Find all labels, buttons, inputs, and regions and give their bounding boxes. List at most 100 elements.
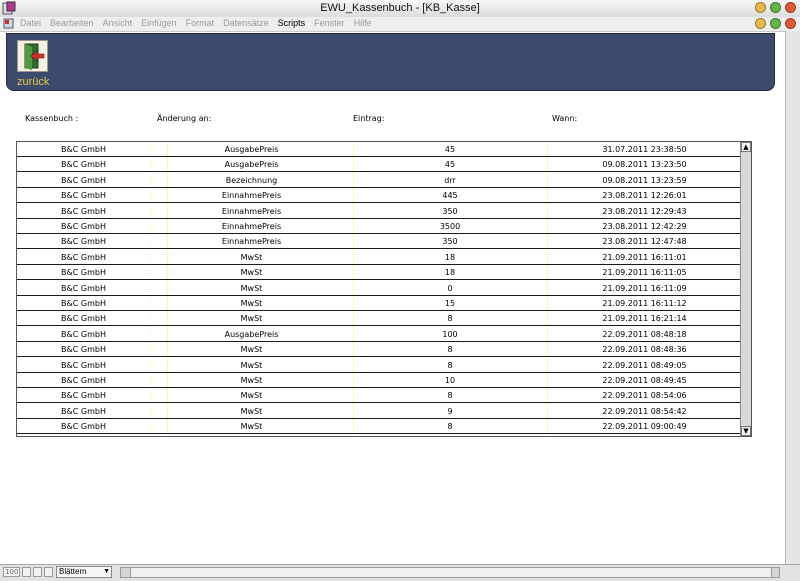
cell-aenderung: EinnahmePreis [221, 206, 282, 216]
horizontal-scroll-thumb[interactable] [130, 568, 772, 577]
cell-aenderung: Bezeichnung [225, 175, 278, 185]
table-row[interactable]: B&C GmbH MwSt 8 21.09.2011 16:21:14 [17, 311, 742, 327]
cell-wann: 23.08.2011 12:42:29 [602, 222, 687, 231]
menu-item-scripts[interactable]: Scripts [278, 18, 306, 28]
menu-item-format[interactable]: Format [186, 18, 215, 28]
cell-eintrag: 8 [447, 360, 453, 370]
menu-item-fenster[interactable]: Fenster [314, 18, 345, 28]
column-separator [353, 280, 354, 295]
table-row[interactable]: B&C GmbH EinnahmePreis 350 23.08.2011 12:29… [17, 203, 742, 219]
cell-aenderung: AusgabePreis [224, 145, 279, 154]
cell-eintrag: 18 [444, 252, 456, 262]
cell-aenderung: MwSt [240, 360, 263, 370]
table-row[interactable]: B&C GmbH MwSt 15 21.09.2011 16:11:12 [17, 296, 742, 311]
column-separator [167, 342, 168, 357]
scroll-down-arrow-icon[interactable]: ▼ [741, 426, 751, 436]
table-row[interactable]: B&C GmbH AusgabePreis 45 31.07.2011 23:38:5… [17, 142, 742, 157]
column-separator [353, 403, 354, 418]
cell-wann: 21.09.2011 16:11:05 [602, 268, 687, 278]
zoom-out-button[interactable] [22, 567, 31, 577]
cell-kassenbuch: B&C GmbH [17, 345, 151, 355]
horizontal-scrollbar[interactable] [120, 567, 780, 578]
table-row[interactable]: B&C GmbH Bezeichnung drr 09.08.2011 13:23:5… [17, 172, 742, 188]
cell-kassenbuch: B&C GmbH [17, 283, 151, 293]
table-row[interactable]: B&C GmbH EinnahmePreis 445 23.08.2011 12:26… [17, 188, 742, 204]
window-minimize-button[interactable] [755, 2, 766, 13]
table-row[interactable]: B&C GmbH MwSt 0 21.09.2011 16:11:09 [17, 280, 742, 296]
cell-kassenbuch: B&C GmbH [17, 376, 151, 385]
cell-kassenbuch: B&C GmbH [17, 299, 151, 308]
column-separator [547, 357, 548, 372]
table-row[interactable]: B&C GmbH AusgabePreis 100 22.09.2011 08:48:… [17, 326, 742, 342]
column-separator [353, 373, 354, 387]
column-separator [353, 388, 354, 403]
menu-item-hilfe[interactable]: Hilfe [354, 18, 372, 28]
table-row[interactable]: B&C GmbH MwSt 8 22.09.2011 08:54:06 [17, 388, 742, 404]
cell-eintrag: 350 [442, 237, 458, 247]
menu-item-einfuegen[interactable]: Einfügen [141, 18, 177, 28]
window-maximize-button[interactable] [770, 2, 781, 13]
table-row[interactable]: B&C GmbH EinnahmePreis 350 23.08.2011 12:47… [17, 234, 742, 250]
cell-wann: 09.08.2011 13:23:50 [602, 160, 687, 170]
cell-aenderung: MwSt [240, 283, 263, 293]
column-separator [167, 249, 168, 264]
column-separator [547, 157, 548, 172]
table-row[interactable]: B&C GmbH MwSt 18 21.09.2011 16:11:05 [17, 265, 742, 281]
cell-eintrag: 100 [442, 329, 458, 339]
table-row[interactable]: B&C GmbH MwSt 18 21.09.2011 16:11:01 [17, 249, 742, 265]
table-row[interactable]: B&C GmbH MwSt 9 22.09.2011 08:54:42 [17, 403, 742, 419]
menu-item-datensaetze[interactable]: Datensätze [223, 18, 269, 28]
cell-kassenbuch: B&C GmbH [17, 329, 151, 339]
document-minimize-button[interactable] [755, 18, 766, 29]
cell-wann: 22.09.2011 08:54:06 [602, 391, 687, 401]
scroll-up-arrow-icon[interactable]: ▲ [741, 142, 751, 152]
entries-list: B&C GmbH AusgabePreis 45 31.07.2011 23:38:5… [16, 141, 752, 437]
zoom-in-button[interactable] [33, 567, 42, 577]
menu-item-bearbeiten[interactable]: Bearbeiten [50, 18, 94, 28]
cell-eintrag: 45 [444, 145, 456, 154]
cell-eintrag: 18 [444, 268, 456, 278]
table-row[interactable]: B&C GmbH MwSt 8 22.09.2011 08:49:05 [17, 357, 742, 373]
column-separator [167, 203, 168, 218]
menu-item-ansicht[interactable]: Ansicht [103, 18, 133, 28]
cell-wann: 31.07.2011 23:38:50 [602, 145, 687, 154]
back-button[interactable]: zurück [17, 76, 49, 88]
table-row[interactable]: B&C GmbH MwSt 10 22.09.2011 08:49:45 [17, 373, 742, 388]
cell-aenderung: MwSt [240, 345, 263, 355]
column-separator [547, 342, 548, 357]
cell-wann: 22.09.2011 08:49:05 [602, 360, 687, 370]
cell-kassenbuch: B&C GmbH [17, 222, 151, 231]
cell-wann: 22.09.2011 08:48:18 [602, 329, 687, 339]
document-close-button[interactable] [785, 18, 796, 29]
cell-aenderung: AusgabePreis [224, 329, 279, 339]
column-separator [167, 311, 168, 326]
cell-wann: 21.09.2011 16:11:12 [602, 299, 687, 308]
table-row[interactable]: B&C GmbH MwSt 8 22.09.2011 09:00:49 [17, 419, 742, 435]
window-title: EWU_Kassenbuch - [KB_Kasse] [320, 2, 480, 14]
cell-aenderung: MwSt [240, 406, 263, 416]
table-row[interactable]: B&C GmbH EinnahmePreis 3500 23.08.2011 12:4… [17, 219, 742, 234]
window-titlebar: EWU_Kassenbuch - [KB_Kasse] [0, 0, 800, 18]
column-separator [547, 403, 548, 418]
cell-wann: 21.09.2011 16:21:14 [602, 314, 687, 324]
table-row[interactable]: B&C GmbH AusgabePreis 45 09.08.2011 13:23:5… [17, 157, 742, 173]
cell-kassenbuch: B&C GmbH [17, 252, 151, 262]
cell-kassenbuch: B&C GmbH [17, 145, 151, 154]
zoom-level[interactable]: 100 [3, 567, 21, 577]
mode-select[interactable]: Blättern ▼ [56, 566, 112, 578]
column-separator [547, 280, 548, 295]
column-separator [167, 219, 168, 233]
document-maximize-button[interactable] [770, 18, 781, 29]
column-separator [547, 419, 548, 434]
menu-item-datei[interactable]: Datei [20, 18, 41, 28]
column-separator [353, 234, 354, 249]
door-exit-icon[interactable] [17, 40, 48, 72]
cell-kassenbuch: B&C GmbH [17, 406, 151, 416]
column-separator [547, 249, 548, 264]
cell-eintrag: 3500 [439, 222, 461, 231]
window-close-button[interactable] [785, 2, 796, 13]
status-bar: 100 Blättern ▼ [0, 564, 800, 581]
status-toggle-button[interactable] [44, 567, 53, 577]
list-scrollbar[interactable]: ▲ ▼ [740, 142, 751, 436]
table-row[interactable]: B&C GmbH MwSt 8 22.09.2011 08:48:36 [17, 342, 742, 358]
